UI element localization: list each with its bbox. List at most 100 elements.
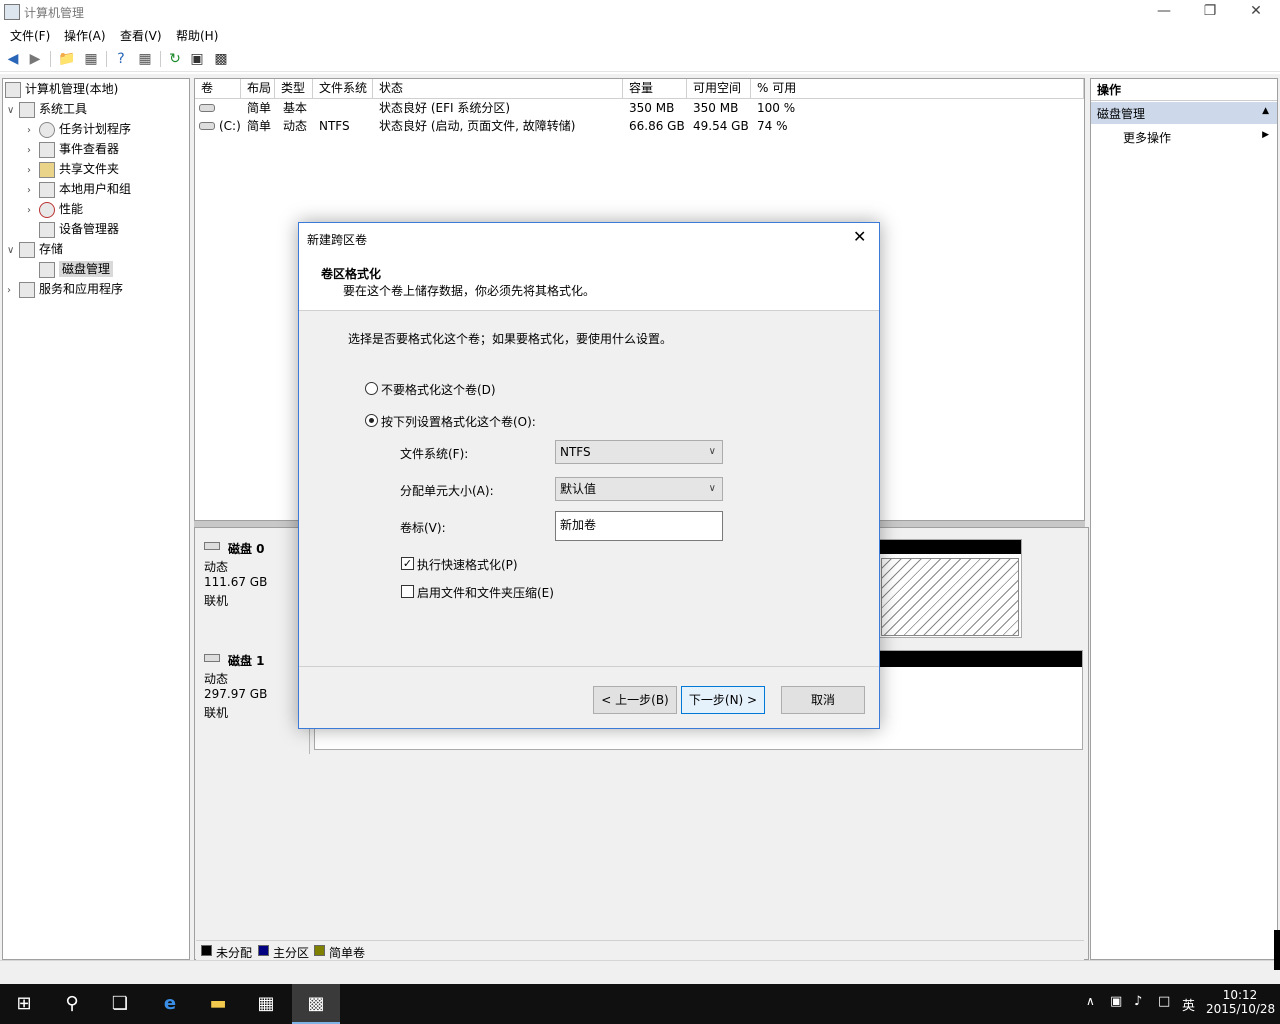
radio-format-label[interactable]: 按下列设置格式化这个卷(O): <box>381 413 536 430</box>
help-icon[interactable]: ? <box>112 50 130 68</box>
dialog-subheading: 要在这个卷上储存数据，你必须先将其格式化。 <box>343 284 596 298</box>
compression-checkbox[interactable] <box>401 585 414 598</box>
up-folder-icon[interactable]: 📁 <box>58 50 76 68</box>
refresh-icon[interactable]: ↻ <box>166 50 184 68</box>
properties-icon[interactable]: ▣ <box>188 50 206 68</box>
clock[interactable]: 10:12 2015/10/28 <box>1206 988 1276 1016</box>
volume-icon[interactable]: ♪ <box>1134 994 1142 1009</box>
tree-item-task-scheduler[interactable]: › 任务计划程序 <box>27 119 131 139</box>
computer-management-taskbar-icon[interactable]: ▩ <box>292 984 340 1024</box>
dialog-close-icon[interactable]: ✕ <box>853 227 866 246</box>
title-bar: 计算机管理 — ❐ ✕ <box>0 0 1280 24</box>
disk-0-partition[interactable] <box>876 539 1022 638</box>
menu-help[interactable]: 帮助(H) <box>176 27 218 44</box>
edge-browser-icon[interactable]: e <box>146 984 194 1024</box>
disk-1-info[interactable]: 磁盘 1 动态 297.97 GB 联机 <box>196 646 310 754</box>
legend-primary: 主分区 <box>273 946 310 960</box>
store-icon[interactable]: ▦ <box>242 984 290 1024</box>
column-header-free-space[interactable]: 可用空间 <box>687 79 751 99</box>
allocation-unit-select[interactable]: 默认值 ∨ <box>555 477 723 501</box>
export-list-icon[interactable]: ▩ <box>212 50 230 68</box>
radio-format[interactable] <box>365 414 378 427</box>
disk-type: 动态 <box>204 672 229 686</box>
tree-item-services-apps[interactable]: › 服务和应用程序 <box>7 279 123 299</box>
column-header-percent-free[interactable]: % 可用 <box>751 79 1084 99</box>
volume-label-input[interactable]: 新加卷 <box>555 511 723 541</box>
tree-item-device-manager[interactable]: 设备管理器 <box>39 219 119 239</box>
column-header-filesystem[interactable]: 文件系统 <box>313 79 373 99</box>
compression-label[interactable]: 启用文件和文件夹压缩(E) <box>417 584 554 601</box>
partition-hatch <box>881 558 1019 636</box>
forward-arrow-icon[interactable]: ▶ <box>26 50 44 68</box>
new-spanned-volume-dialog: 新建跨区卷 ✕ 卷区格式化 要在这个卷上储存数据，你必须先将其格式化。 选择是否… <box>298 222 880 729</box>
tree-item-shared-folders[interactable]: › 共享文件夹 <box>27 159 119 179</box>
radio-no-format-label[interactable]: 不要格式化这个卷(D) <box>381 381 496 398</box>
network-icon[interactable]: ▣ <box>1110 994 1122 1009</box>
legend-simple: 简单卷 <box>329 946 366 960</box>
close-button[interactable]: ✕ <box>1233 0 1279 24</box>
chevron-right-icon[interactable]: › <box>27 201 39 221</box>
search-icon[interactable]: ⚲ <box>48 984 96 1024</box>
minimize-button[interactable]: — <box>1141 0 1187 24</box>
restore-button[interactable]: ❐ <box>1187 0 1233 24</box>
show-hide-action-pane-icon[interactable]: ▦ <box>136 50 154 68</box>
dialog-heading: 卷区格式化 <box>321 267 382 281</box>
collapse-up-icon[interactable]: ▲ <box>1262 106 1269 116</box>
back-arrow-icon[interactable]: ◀ <box>4 50 22 68</box>
legend: 未分配 主分区 简单卷 <box>196 940 1084 960</box>
chevron-right-icon[interactable]: › <box>7 281 19 301</box>
menu-action[interactable]: 操作(A) <box>64 27 106 44</box>
column-header-type[interactable]: 类型 <box>275 79 313 99</box>
tree-item-local-users[interactable]: › 本地用户和组 <box>27 179 131 199</box>
tree-item-performance[interactable]: › 性能 <box>27 199 83 219</box>
action-center-icon[interactable]: □ <box>1158 994 1170 1009</box>
chevron-down-icon[interactable]: ∨ <box>7 241 19 261</box>
column-header-status[interactable]: 状态 <box>373 79 623 99</box>
column-header-volume[interactable]: 卷 <box>195 79 241 99</box>
show-hidden-icons-icon[interactable]: ∧ <box>1086 994 1095 1008</box>
drive-icon <box>199 122 215 130</box>
chevron-right-icon[interactable]: › <box>27 181 39 201</box>
more-actions-item[interactable]: 更多操作 ▶ <box>1091 126 1277 148</box>
tree-item-system-tools[interactable]: ∨ 系统工具 <box>7 99 87 119</box>
chevron-down-icon: ∨ <box>708 446 716 457</box>
clock-date: 2015/10/28 <box>1206 1002 1276 1016</box>
chevron-right-icon[interactable]: › <box>27 161 39 181</box>
quick-format-checkbox[interactable]: ✓ <box>401 557 414 570</box>
toolbar: ◀ ▶ 📁 ▦ ? ▦ ↻ ▣ ▩ <box>0 46 1280 72</box>
disk-type: 动态 <box>204 560 229 574</box>
filesystem-select[interactable]: NTFS ∨ <box>555 440 723 464</box>
file-explorer-icon[interactable]: ▬ <box>194 984 242 1024</box>
task-view-icon[interactable]: ❏ <box>96 984 144 1024</box>
tree-item-event-viewer[interactable]: › 事件查看器 <box>27 139 119 159</box>
disk-state: 联机 <box>204 594 229 608</box>
tree-item-root[interactable]: 计算机管理(本地) <box>5 79 118 99</box>
cancel-button[interactable]: 取消 <box>781 686 865 714</box>
cell-free: 49.54 GB <box>693 119 749 133</box>
disk-icon <box>204 654 220 662</box>
show-hide-tree-icon[interactable]: ▦ <box>82 50 100 68</box>
column-header-capacity[interactable]: 容量 <box>623 79 687 99</box>
legend-swatch-unallocated <box>201 945 212 956</box>
menu-file[interactable]: 文件(F) <box>10 27 50 44</box>
users-icon <box>39 181 55 198</box>
next-button[interactable]: 下一步(N) > <box>681 686 765 714</box>
chevron-right-icon[interactable]: › <box>27 141 39 161</box>
column-header-layout[interactable]: 布局 <box>241 79 275 99</box>
menu-view[interactable]: 查看(V) <box>120 27 162 44</box>
ime-indicator[interactable]: 英 <box>1182 995 1195 1014</box>
tree-item-disk-management[interactable]: 磁盘管理 <box>39 259 114 279</box>
quick-format-label[interactable]: 执行快速格式化(P) <box>417 556 518 573</box>
disk-0-info[interactable]: 磁盘 0 动态 111.67 GB 联机 <box>196 534 310 642</box>
chevron-right-icon[interactable]: › <box>27 121 39 141</box>
cell-layout: 简单 <box>247 119 272 133</box>
chevron-down-icon[interactable]: ∨ <box>7 101 19 121</box>
radio-no-format[interactable] <box>365 382 378 395</box>
windows-start-icon[interactable]: ⊞ <box>0 984 48 1024</box>
disk-size: 297.97 GB <box>204 687 268 701</box>
actions-section-disk-management[interactable]: 磁盘管理 ▲ <box>1091 102 1277 124</box>
tree-item-storage[interactable]: ∨ 存储 <box>7 239 63 259</box>
back-button[interactable]: < 上一步(B) <box>593 686 677 714</box>
legend-unallocated: 未分配 <box>216 946 253 960</box>
status-bar <box>0 960 1280 984</box>
